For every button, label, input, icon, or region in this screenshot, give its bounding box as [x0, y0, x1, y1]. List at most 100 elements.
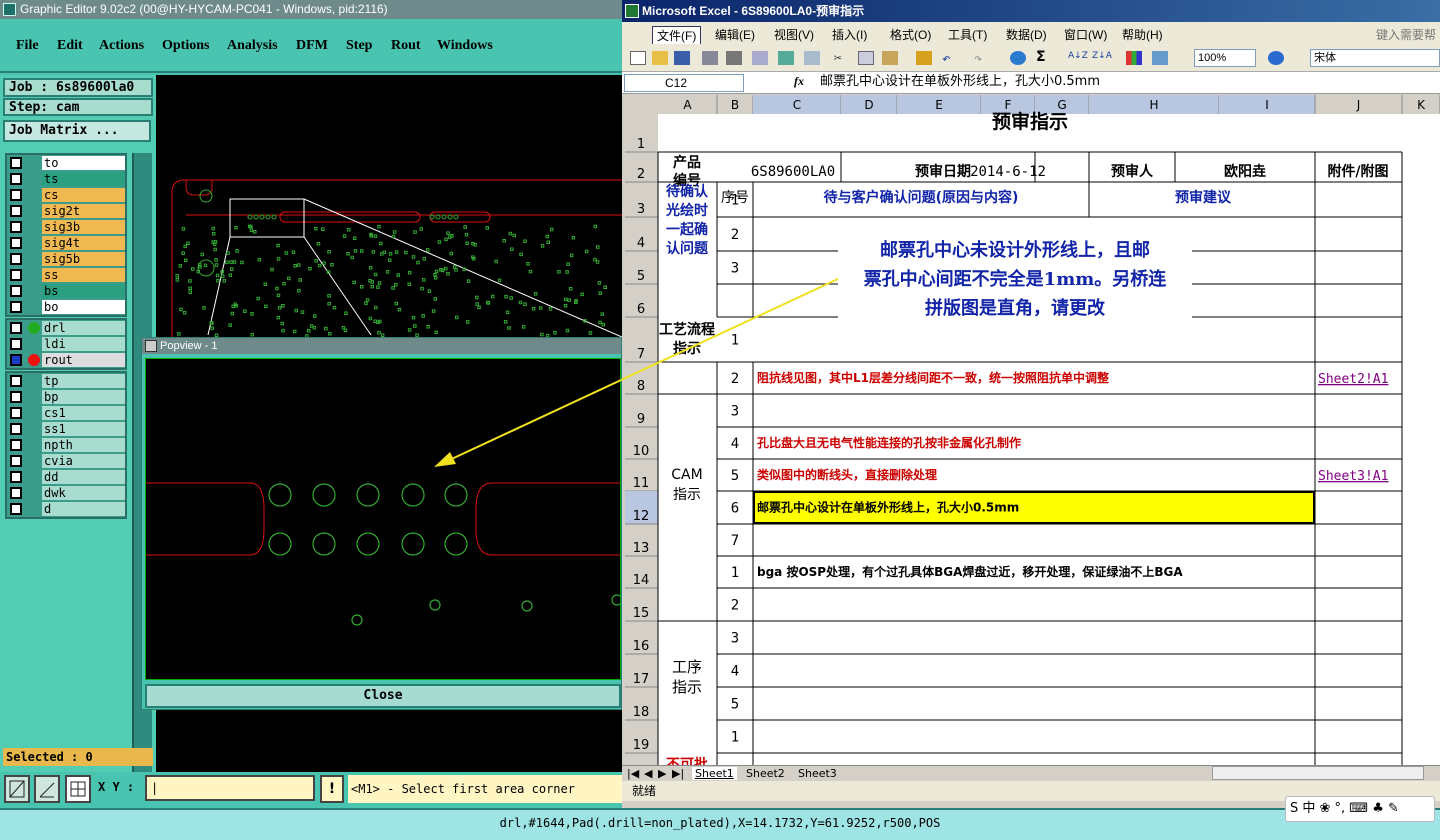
layer-row-ldi[interactable]: ldi: [7, 336, 125, 352]
layer-row-ts[interactable]: ts: [7, 171, 125, 187]
layer-row-npth[interactable]: npth: [7, 437, 125, 453]
name-box[interactable]: C12: [624, 74, 744, 92]
popview-close-button[interactable]: Close: [145, 684, 621, 708]
menu-insert[interactable]: 插入(I): [832, 26, 867, 43]
layer-checkbox[interactable]: [10, 439, 22, 451]
layer-checkbox[interactable]: [10, 237, 22, 249]
layer-checkbox[interactable]: [10, 354, 22, 366]
autosum-icon[interactable]: Σ: [1036, 49, 1052, 65]
print-icon[interactable]: [726, 51, 742, 65]
paste-icon[interactable]: [882, 51, 898, 65]
layer-checkbox[interactable]: [10, 503, 22, 515]
layer-checkbox[interactable]: [10, 253, 22, 265]
layer-checkbox[interactable]: [10, 157, 22, 169]
layer-name[interactable]: d: [42, 502, 125, 516]
layer-name[interactable]: drl: [42, 321, 125, 335]
layer-row-drl[interactable]: drl: [7, 320, 125, 336]
layer-checkbox[interactable]: [10, 285, 22, 297]
menu-actions[interactable]: Actions: [99, 38, 144, 54]
layer-name[interactable]: bs: [42, 284, 125, 298]
job-matrix-button[interactable]: Job Matrix ...: [3, 120, 151, 142]
redo-icon[interactable]: ↷: [974, 51, 990, 67]
layer-row-bo[interactable]: bo: [7, 299, 125, 315]
layer-name[interactable]: bp: [42, 390, 125, 404]
print-preview-icon[interactable]: [752, 51, 768, 65]
layer-name[interactable]: npth: [42, 438, 125, 452]
layer-row-cs[interactable]: cs: [7, 187, 125, 203]
layer-row-cvia[interactable]: cvia: [7, 453, 125, 469]
layer-row-ss[interactable]: ss: [7, 267, 125, 283]
menu-rout[interactable]: Rout: [391, 38, 421, 54]
layer-checkbox[interactable]: [10, 221, 22, 233]
layer-name[interactable]: cs1: [42, 406, 125, 420]
permission-icon[interactable]: [702, 51, 718, 65]
format-painter-icon[interactable]: [916, 51, 932, 65]
chart-wizard-icon[interactable]: [1126, 51, 1142, 65]
sort-descending-icon[interactable]: Z↓A: [1092, 51, 1112, 65]
layer-row-d[interactable]: d: [7, 501, 125, 517]
fx-icon[interactable]: fx: [794, 74, 804, 89]
zoom-select[interactable]: 100%: [1194, 49, 1256, 67]
last-sheet-icon[interactable]: ▶|: [672, 767, 684, 780]
first-sheet-icon[interactable]: |◀: [627, 767, 639, 780]
layer-checkbox[interactable]: [10, 301, 22, 313]
menu-format[interactable]: 格式(O): [890, 26, 931, 43]
layer-checkbox[interactable]: [10, 487, 22, 499]
next-sheet-icon[interactable]: ▶: [658, 767, 666, 780]
drawing-icon[interactable]: [1152, 51, 1168, 65]
layer-checkbox[interactable]: [10, 375, 22, 387]
layer-name[interactable]: ss: [42, 268, 125, 282]
sheet-tab-3[interactable]: Sheet3: [798, 767, 837, 780]
menu-options[interactable]: Options: [162, 38, 209, 54]
ge-title-bar[interactable]: Graphic Editor 9.02c2 (00@HY-HYCAM-PC041…: [0, 0, 622, 19]
menu-view[interactable]: 视图(V): [774, 26, 814, 43]
sheet-tab-1[interactable]: Sheet1: [692, 767, 737, 780]
layer-name[interactable]: cs: [42, 188, 125, 202]
prev-sheet-icon[interactable]: ◀: [644, 767, 652, 780]
help-icon[interactable]: [1268, 51, 1284, 65]
menu-help[interactable]: 帮助(H): [1122, 26, 1163, 43]
cut-icon[interactable]: ✂: [834, 51, 850, 66]
layer-name[interactable]: ss1: [42, 422, 125, 436]
ime-toolbar[interactable]: S 中 ❀ °, ⌨ ♣ ✎: [1285, 796, 1435, 822]
save-icon[interactable]: [674, 51, 690, 65]
layer-row-sig4t[interactable]: sig4t: [7, 235, 125, 251]
layer-checkbox[interactable]: [10, 189, 22, 201]
menu-step[interactable]: Step: [346, 38, 372, 54]
new-icon[interactable]: [630, 51, 646, 65]
font-select[interactable]: 宋体: [1310, 49, 1440, 67]
menu-file[interactable]: File: [16, 38, 39, 54]
layer-name[interactable]: rout: [42, 353, 125, 367]
zoom-area-button[interactable]: [4, 775, 30, 803]
menu-data[interactable]: 数据(D): [1006, 26, 1047, 43]
layer-row-rout[interactable]: rout: [7, 352, 125, 368]
layer-row-tp[interactable]: tp: [7, 373, 125, 389]
layer-checkbox[interactable]: [10, 269, 22, 281]
layer-row-sig5b[interactable]: sig5b: [7, 251, 125, 267]
spelling-icon[interactable]: [778, 51, 794, 65]
layer-name[interactable]: dd: [42, 470, 125, 484]
menu-windows[interactable]: Windows: [437, 38, 493, 54]
sort-ascending-icon[interactable]: A↓Z: [1068, 51, 1088, 65]
layer-row-ss1[interactable]: ss1: [7, 421, 125, 437]
horizontal-scrollbar[interactable]: [1212, 766, 1424, 780]
layer-row-dd[interactable]: dd: [7, 469, 125, 485]
layer-name[interactable]: sig3b: [42, 220, 125, 234]
layer-checkbox[interactable]: [10, 407, 22, 419]
layer-row-bs[interactable]: bs: [7, 283, 125, 299]
layer-row-sig2t[interactable]: sig2t: [7, 203, 125, 219]
layer-name[interactable]: sig4t: [42, 236, 125, 250]
copy-icon[interactable]: [858, 51, 874, 65]
layer-checkbox[interactable]: [10, 423, 22, 435]
layer-row-to[interactable]: to: [7, 155, 125, 171]
layer-checkbox[interactable]: [10, 173, 22, 185]
layer-name[interactable]: cvia: [42, 454, 125, 468]
excel-title-bar[interactable]: Microsoft Excel - 6S89600LA0-预审指示: [622, 0, 1440, 22]
menu-edit[interactable]: 编辑(E): [715, 26, 755, 43]
menu-file[interactable]: 文件(F): [652, 26, 702, 45]
layer-name[interactable]: ldi: [42, 337, 125, 351]
layer-row-sig3b[interactable]: sig3b: [7, 219, 125, 235]
layer-row-dwk[interactable]: dwk: [7, 485, 125, 501]
layer-name[interactable]: sig5b: [42, 252, 125, 266]
layer-row-cs1[interactable]: cs1: [7, 405, 125, 421]
